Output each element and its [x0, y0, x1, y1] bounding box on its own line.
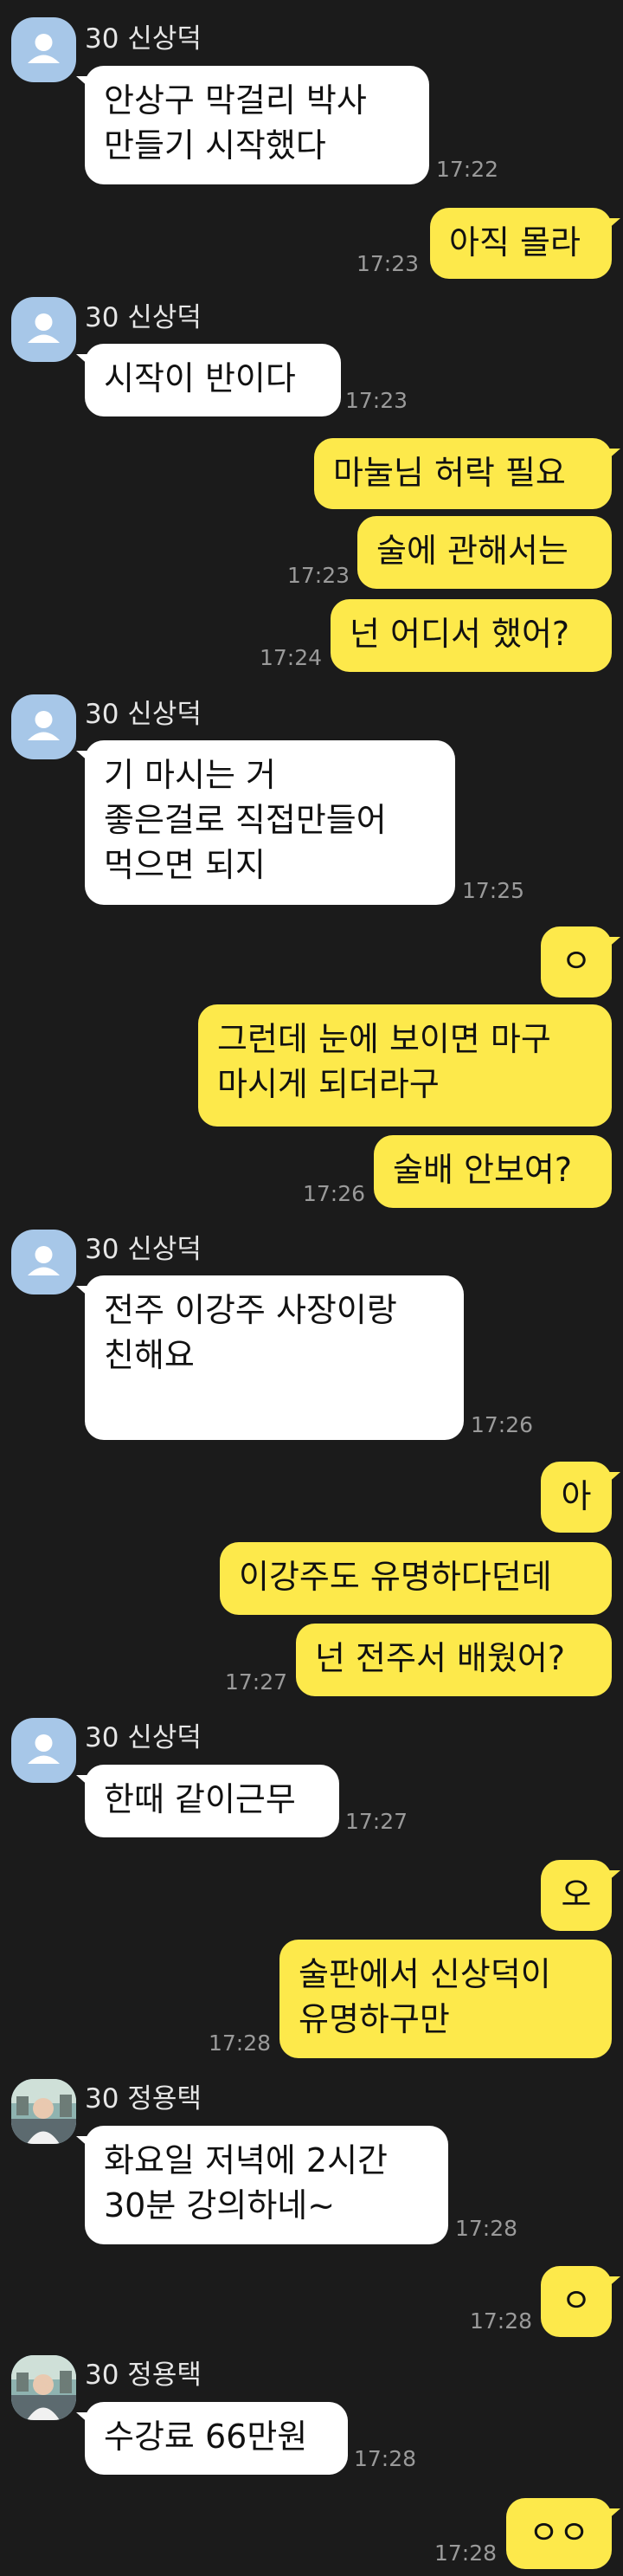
message-bubble[interactable]: ㅇ [541, 2266, 620, 2337]
message-time: 17:27 [225, 1669, 288, 1695]
sender-name: 30 정용택 [85, 2083, 202, 2114]
default-avatar-icon[interactable] [11, 694, 76, 759]
message-time: 17:26 [303, 1181, 366, 1206]
sender-name: 30 정용택 [85, 2360, 202, 2391]
message-bubble[interactable]: 그런데 눈에 보이면 마구 마시게 되더라구 [198, 1004, 612, 1127]
sender-name: 30 신상덕 [85, 1234, 202, 1265]
sender-name: 30 신상덕 [85, 302, 202, 333]
message-bubble[interactable]: ㅇ [541, 926, 620, 997]
default-avatar-icon[interactable] [11, 297, 76, 362]
chat-thread[interactable]: 30 신상덕 안상구 막걸리 박사 만들기 시작했다 17:22 아직 몰라 1… [0, 0, 623, 2576]
message-bubble[interactable]: 아직 몰라 [430, 208, 620, 279]
message-time: 17:28 [455, 2216, 518, 2241]
default-avatar-icon[interactable] [11, 1718, 76, 1783]
message-time: 17:22 [436, 157, 499, 182]
message-bubble[interactable]: 술배 안보여? [374, 1135, 612, 1208]
sender-name: 30 신상덕 [85, 699, 202, 730]
default-avatar-icon[interactable] [11, 1230, 76, 1294]
message-time: 17:26 [471, 1412, 534, 1437]
message-time: 17:28 [470, 2308, 533, 2334]
message-bubble[interactable]: 오 [541, 1860, 620, 1931]
message-time: 17:28 [209, 2030, 272, 2056]
message-bubble[interactable]: ㅇㅇ [506, 2498, 620, 2569]
message-bubble[interactable]: 안상구 막걸리 박사 만들기 시작했다 [76, 66, 429, 184]
message-time: 17:28 [434, 2540, 498, 2566]
photo-avatar-icon[interactable] [11, 2079, 76, 2144]
message-bubble[interactable]: 수강료 66만원 [76, 2402, 348, 2475]
message-time: 17:27 [345, 1809, 408, 1834]
message-time: 17:25 [462, 878, 525, 903]
message-bubble[interactable]: 아 [541, 1462, 620, 1533]
sender-name: 30 신상덕 [85, 1722, 202, 1753]
message-bubble[interactable]: 술판에서 신상덕이 유명하구만 [279, 1940, 612, 2058]
message-bubble[interactable]: 넌 어디서 했어? [331, 599, 612, 672]
message-time: 17:28 [354, 2446, 417, 2471]
message-time: 17:24 [260, 645, 323, 670]
default-avatar-icon[interactable] [11, 17, 76, 82]
message-bubble[interactable]: 이강주도 유명하다던데 [220, 1542, 612, 1615]
message-bubble[interactable]: 한때 같이근무 [76, 1765, 339, 1837]
message-bubble[interactable]: 전주 이강주 사장이랑 친해요 [76, 1275, 464, 1440]
message-bubble[interactable]: 넌 전주서 배웠어? [296, 1624, 612, 1696]
message-bubble[interactable]: 화요일 저녁에 2시간 30분 강의하네~ [76, 2126, 448, 2244]
message-bubble[interactable]: 마눌님 허락 필요 [314, 438, 620, 509]
message-bubble[interactable]: 시작이 반이다 [76, 344, 341, 416]
message-time: 17:23 [356, 251, 420, 276]
message-time: 17:23 [287, 563, 350, 588]
message-bubble[interactable]: 술에 관해서는 [357, 516, 612, 589]
photo-avatar-icon[interactable] [11, 2355, 76, 2420]
message-time: 17:23 [345, 388, 408, 413]
sender-name: 30 신상덕 [85, 23, 202, 55]
message-bubble[interactable]: 기 마시는 거 좋은걸로 직접만들어 먹으면 되지 [76, 740, 455, 905]
